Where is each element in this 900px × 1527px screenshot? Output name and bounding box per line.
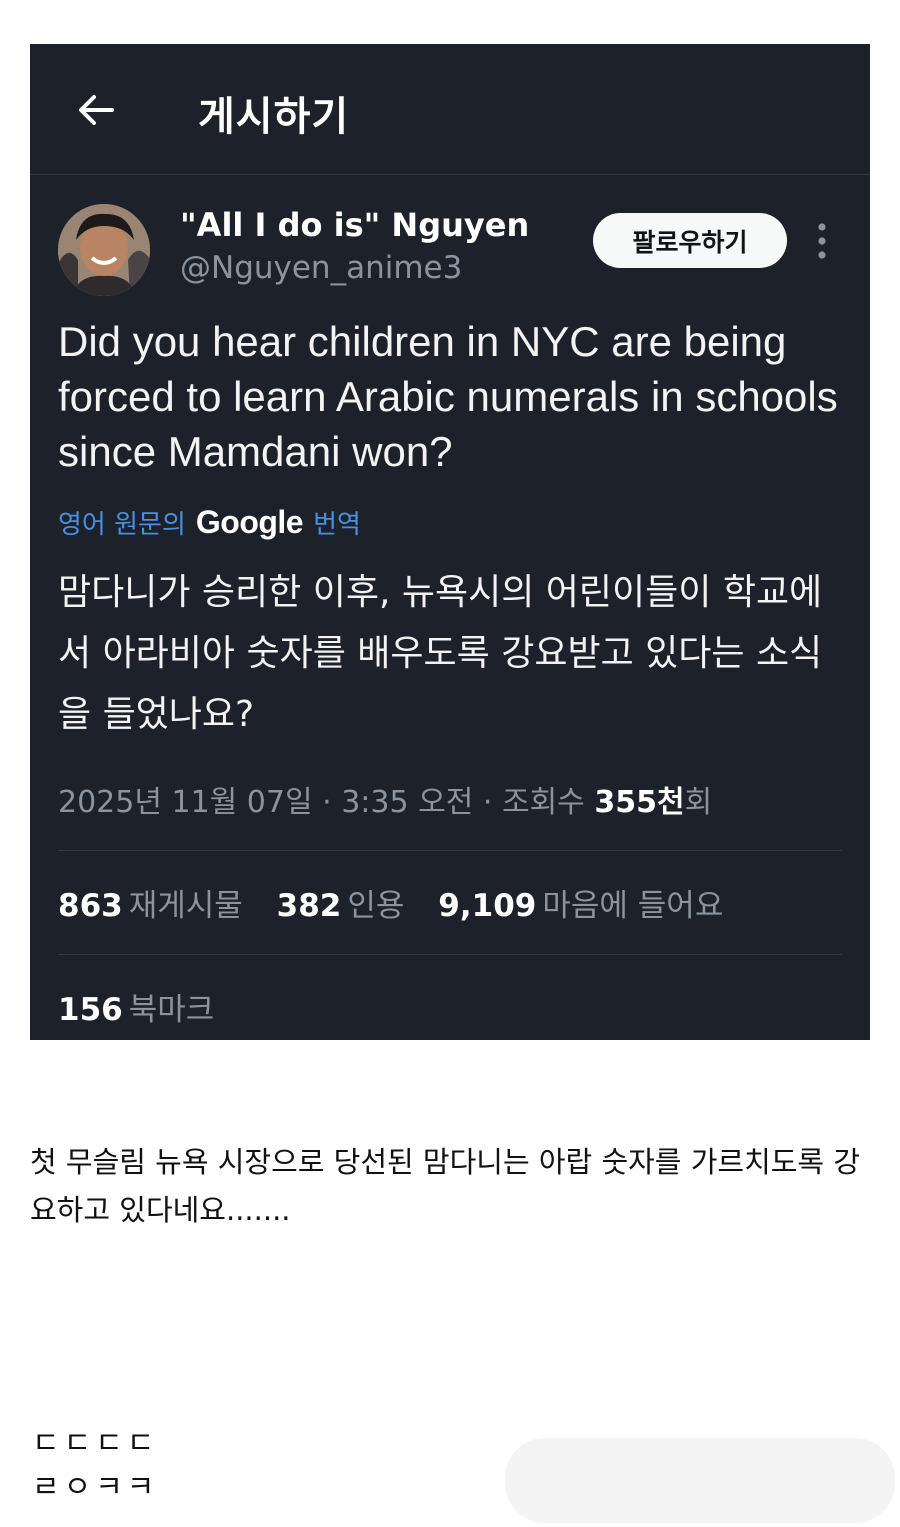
reposts-stat[interactable]: 863 재게시물	[58, 880, 243, 925]
views-suffix: 회	[684, 785, 713, 820]
arrow-left-icon[interactable]	[74, 88, 118, 132]
meta-separator: ·	[482, 785, 493, 820]
views-label: 조회수	[501, 785, 585, 820]
tweet-time: 3:35 오전	[341, 785, 474, 820]
bookmarks-label: 북마크	[128, 992, 215, 1028]
translate-prefix: 영어 원문의	[58, 509, 186, 540]
translation-attribution[interactable]: 영어 원문의 Google 번역	[58, 500, 361, 544]
page-title: 게시하기	[198, 94, 350, 140]
user-handle[interactable]: @Nguyen_anime3	[180, 250, 462, 286]
follow-button[interactable]: 팔로우하기	[593, 213, 787, 268]
divider	[58, 954, 842, 955]
translated-text: 맘다니가 승리한 이후, 뉴욕시의 어린이들이 학교에서 아라비아 숫자를 배우…	[58, 572, 823, 735]
translate-suffix: 번역	[313, 509, 361, 540]
google-logo: Google	[195, 503, 304, 540]
faded-overlay	[505, 1438, 895, 1523]
tweet-meta: 2025년 11월 07일 · 3:35 오전 · 조회수 355천회	[58, 777, 712, 821]
bookmarks-stat[interactable]: 156 북마크	[58, 984, 214, 1029]
tweet-text: Did you hear children in NYC are being f…	[58, 318, 838, 475]
likes-stat[interactable]: 9,109 마음에 들어요	[438, 880, 723, 925]
meta-separator: ·	[322, 785, 332, 820]
bookmarks-count: 156	[58, 992, 123, 1028]
engagement-stats: 863 재게시물 382 인용 9,109 마음에 들어요	[58, 880, 747, 925]
divider	[58, 850, 842, 851]
display-name[interactable]: "All I do is" Nguyen	[180, 206, 529, 244]
avatar[interactable]	[58, 204, 150, 296]
top-bar: 게시하기	[30, 44, 870, 175]
more-vertical-icon[interactable]	[814, 222, 830, 260]
views-count[interactable]: 355천	[594, 785, 684, 820]
comment-line-2: ㄹㅇㅋㅋ	[32, 1470, 159, 1505]
tweet-date: 2025년 11월 07일	[58, 785, 313, 820]
quotes-stat[interactable]: 382 인용	[277, 880, 405, 925]
comment-line-1: ㄷㄷㄷㄷ	[32, 1426, 159, 1461]
post-caption: 첫 무슬림 뉴욕 시장으로 당선된 맘다니는 아랍 숫자를 가르치도록 강요하고…	[30, 1145, 861, 1227]
tweet-screenshot: 게시하기 "All I do is" Nguyen @Nguyen_anime3…	[30, 44, 870, 1040]
